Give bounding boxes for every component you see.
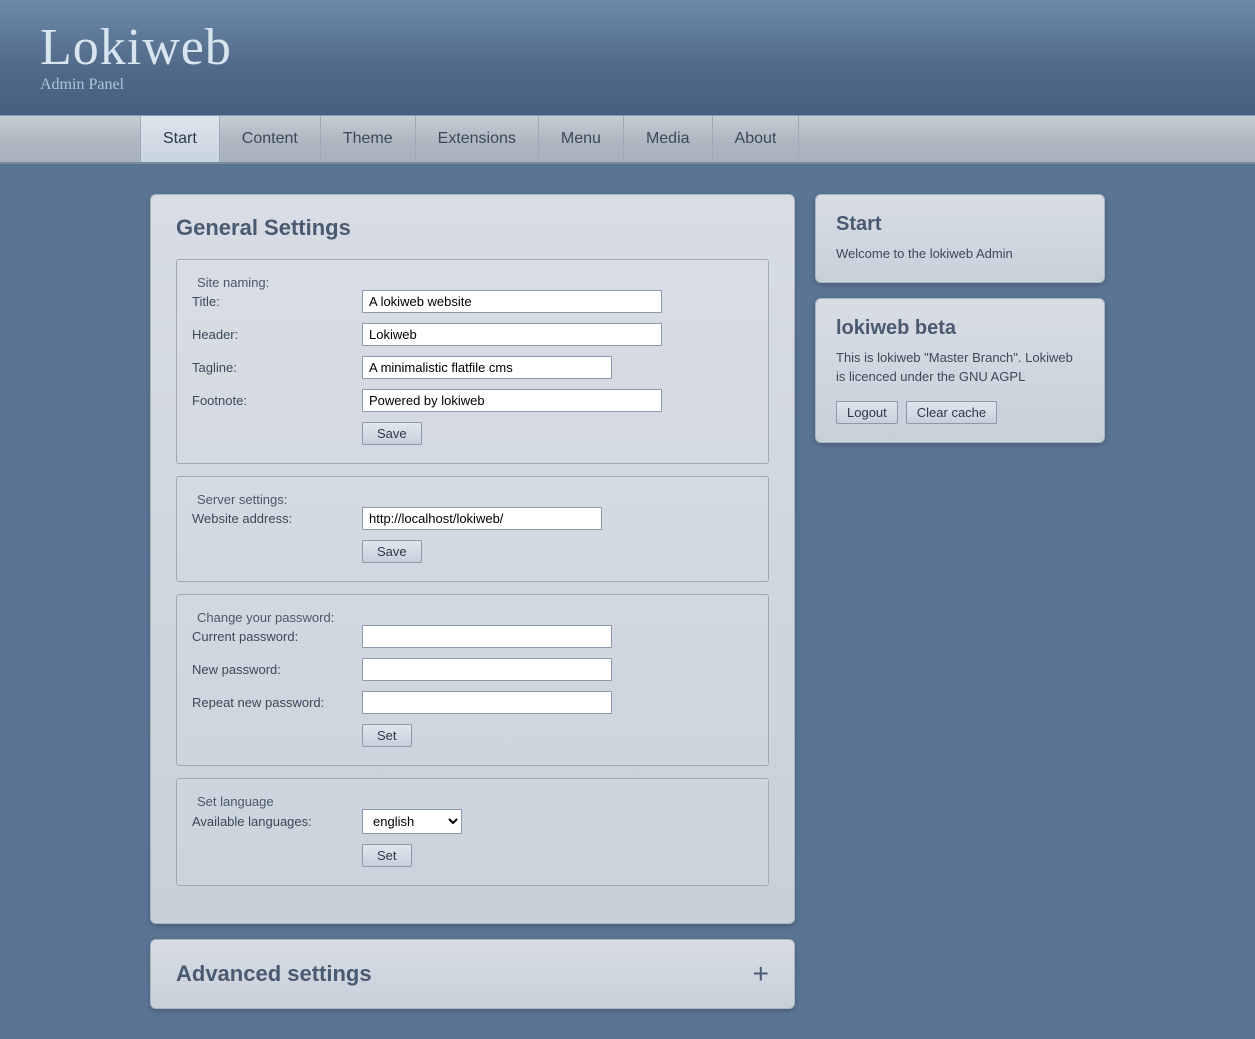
clear-cache-button[interactable]: Clear cache	[906, 401, 997, 424]
title-input[interactable]	[362, 290, 662, 313]
repeat-password-input[interactable]	[362, 691, 612, 714]
server-save-row: Save	[192, 540, 753, 563]
right-column: Start Welcome to the lokiweb Admin lokiw…	[815, 194, 1105, 443]
app-title: Lokiweb	[40, 22, 232, 74]
website-address-label: Website address:	[192, 511, 362, 526]
app-subtitle: Admin Panel	[40, 76, 232, 94]
nav-item-menu[interactable]: Menu	[539, 116, 624, 162]
start-side-panel: Start Welcome to the lokiweb Admin	[815, 194, 1105, 283]
set-language-legend: Set language	[192, 794, 753, 809]
header-input[interactable]	[362, 323, 662, 346]
header-label: Header:	[192, 327, 362, 342]
language-row: Available languages: english french germ…	[192, 809, 753, 834]
beta-side-panel: lokiweb beta This is lokiweb "Master Bra…	[815, 298, 1105, 443]
repeat-password-label: Repeat new password:	[192, 695, 362, 710]
logout-button[interactable]: Logout	[836, 401, 898, 424]
server-settings-legend: Server settings:	[192, 492, 753, 507]
tagline-row: Tagline:	[192, 356, 753, 379]
site-naming-save-button[interactable]: Save	[362, 422, 422, 445]
website-address-row: Website address:	[192, 507, 753, 530]
beta-panel-title: lokiweb beta	[836, 317, 1084, 340]
advanced-settings-title: Advanced settings	[176, 961, 372, 987]
beta-panel-text: This is lokiweb "Master Branch". Lokiweb…	[836, 348, 1084, 387]
repeat-password-row: Repeat new password:	[192, 691, 753, 714]
header-row: Header:	[192, 323, 753, 346]
general-settings-panel: General Settings Site naming: Title: Hea…	[150, 194, 795, 924]
title-row: Title:	[192, 290, 753, 313]
nav-item-content[interactable]: Content	[220, 116, 321, 162]
current-password-row: Current password:	[192, 625, 753, 648]
site-naming-legend: Site naming:	[192, 275, 753, 290]
set-language-section: Set language Available languages: englis…	[176, 778, 769, 886]
main-nav: Start Content Theme Extensions Menu Medi…	[0, 115, 1255, 164]
title-label: Title:	[192, 294, 362, 309]
tagline-label: Tagline:	[192, 360, 362, 375]
nav-item-about[interactable]: About	[713, 116, 800, 162]
password-set-button[interactable]: Set	[362, 724, 412, 747]
server-settings-section: Server settings: Website address: Save	[176, 476, 769, 582]
available-languages-label: Available languages:	[192, 814, 362, 829]
advanced-settings-toggle-icon: +	[753, 958, 769, 990]
general-settings-title: General Settings	[176, 215, 769, 241]
language-select[interactable]: english french german	[362, 809, 462, 834]
footnote-label: Footnote:	[192, 393, 362, 408]
language-set-row: Set	[192, 844, 753, 867]
website-address-input[interactable]	[362, 507, 602, 530]
advanced-settings-panel[interactable]: Advanced settings +	[150, 939, 795, 1009]
server-settings-save-button[interactable]: Save	[362, 540, 422, 563]
nav-item-start[interactable]: Start	[140, 116, 220, 162]
tagline-input[interactable]	[362, 356, 612, 379]
nav-item-theme[interactable]: Theme	[321, 116, 416, 162]
start-panel-title: Start	[836, 213, 1084, 236]
left-column: General Settings Site naming: Title: Hea…	[150, 194, 795, 1009]
site-naming-section: Site naming: Title: Header: Tagline: Foo…	[176, 259, 769, 464]
nav-item-media[interactable]: Media	[624, 116, 713, 162]
branding: Lokiweb Admin Panel	[40, 22, 232, 94]
new-password-input[interactable]	[362, 658, 612, 681]
current-password-label: Current password:	[192, 629, 362, 644]
footnote-row: Footnote:	[192, 389, 753, 412]
footnote-input[interactable]	[362, 389, 662, 412]
beta-panel-buttons: Logout Clear cache	[836, 401, 1084, 424]
main-content: General Settings Site naming: Title: Hea…	[0, 164, 1255, 1039]
nav-item-extensions[interactable]: Extensions	[416, 116, 539, 162]
language-set-button[interactable]: Set	[362, 844, 412, 867]
change-password-legend: Change your password:	[192, 610, 753, 625]
password-set-row: Set	[192, 724, 753, 747]
start-panel-text: Welcome to the lokiweb Admin	[836, 244, 1084, 264]
new-password-row: New password:	[192, 658, 753, 681]
current-password-input[interactable]	[362, 625, 612, 648]
change-password-section: Change your password: Current password: …	[176, 594, 769, 766]
new-password-label: New password:	[192, 662, 362, 677]
site-naming-save-row: Save	[192, 422, 753, 445]
header: Lokiweb Admin Panel	[0, 0, 1255, 115]
